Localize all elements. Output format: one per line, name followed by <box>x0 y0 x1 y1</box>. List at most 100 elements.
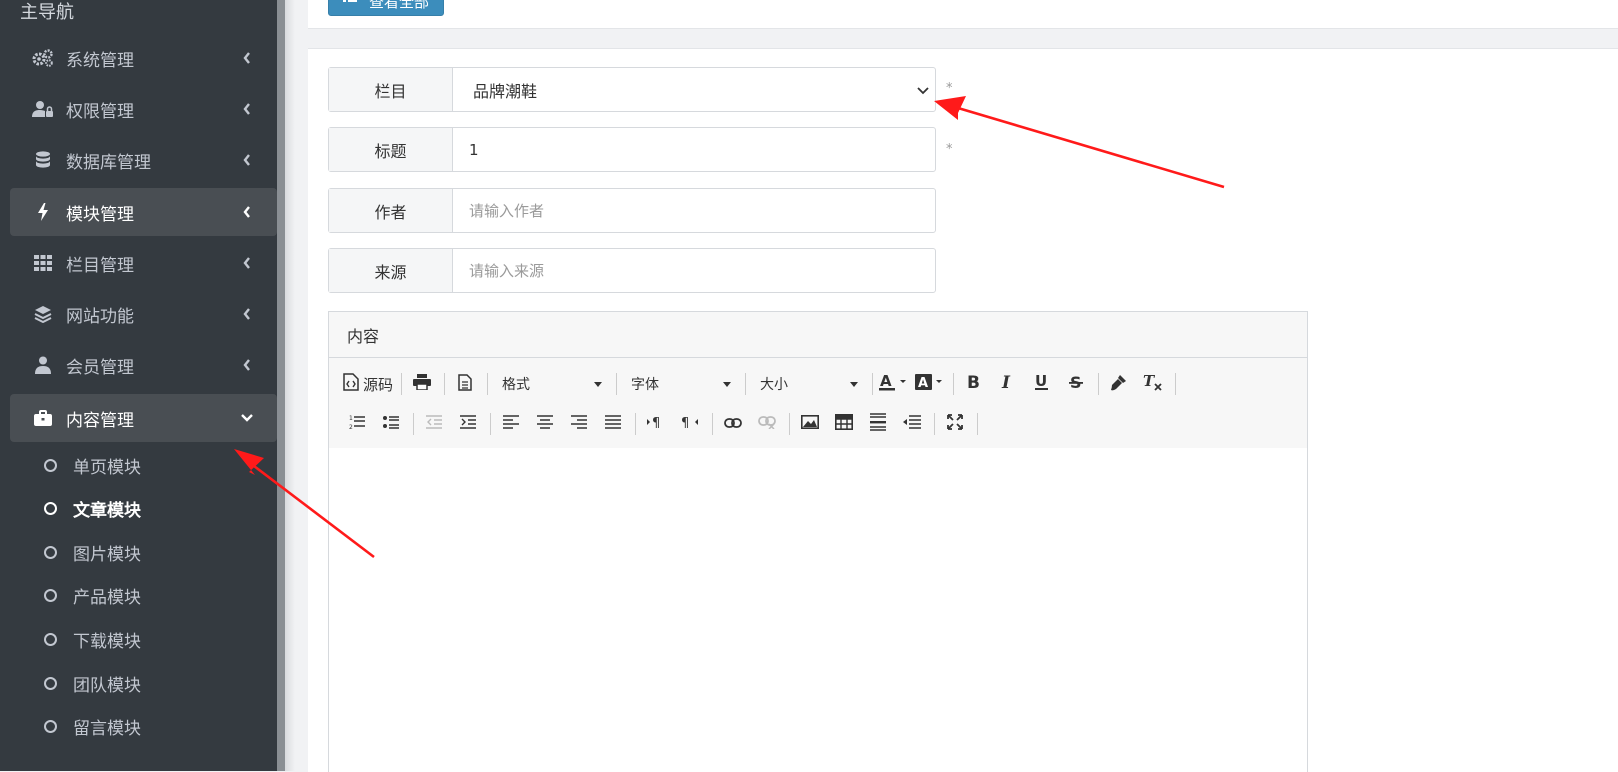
sidebar-item-content[interactable]: 内容管理 <box>10 394 277 442</box>
toolbar-separator <box>745 373 747 395</box>
sidebar-item-label: 栏目管理 <box>66 255 134 276</box>
source-button[interactable]: 源码 <box>343 370 393 398</box>
circle-icon <box>44 458 57 472</box>
chevron-left-icon <box>237 257 257 269</box>
view-all-button[interactable]: 查看全部 <box>328 0 444 16</box>
caret-down-icon <box>723 381 732 387</box>
clear-format-button[interactable]: T <box>1139 370 1167 398</box>
italic-icon: I <box>1001 373 1015 394</box>
database-icon <box>32 149 54 171</box>
chevron-left-icon <box>237 206 257 218</box>
sidebar-item-label: 数据库管理 <box>66 152 151 173</box>
sub-item-product[interactable]: 产品模块 <box>44 575 141 615</box>
source-label: 源码 <box>363 375 394 394</box>
bold-icon: B <box>967 373 981 394</box>
column-select[interactable]: 品牌潮鞋 <box>453 68 935 111</box>
sub-item-image[interactable]: 图片模块 <box>44 532 141 572</box>
horizontal-rule-button[interactable] <box>864 410 892 438</box>
list-icon <box>343 0 357 10</box>
sidebar: 主导航 系统管理 权限管理 数据库管理 模块管理 栏目管理 网站功能 会员管理 … <box>0 0 277 771</box>
required-mark: * <box>946 81 953 96</box>
sub-item-download[interactable]: 下载模块 <box>44 619 141 659</box>
sidebar-item-columns[interactable]: 栏目管理 <box>10 239 277 287</box>
source-input[interactable] <box>453 249 935 292</box>
unlink-button[interactable] <box>753 410 781 438</box>
column-select-value: 品牌潮鞋 <box>473 81 538 101</box>
new-document-button[interactable] <box>451 370 479 398</box>
sidebar-item-site-features[interactable]: 网站功能 <box>10 290 277 338</box>
author-row: 作者 <box>328 188 936 233</box>
svg-text:T: T <box>1143 373 1156 390</box>
author-input[interactable] <box>453 189 935 232</box>
image-button[interactable] <box>796 410 824 438</box>
table-icon <box>835 414 853 434</box>
background-color-button[interactable]: A <box>915 370 945 398</box>
author-label: 作者 <box>329 189 453 232</box>
sidebar-scrollbar[interactable] <box>277 0 285 771</box>
briefcase-icon <box>32 407 54 429</box>
unlink-icon <box>758 415 776 433</box>
circle-icon <box>44 545 57 559</box>
toolbar-separator <box>413 413 414 435</box>
sub-item-label: 团队模块 <box>73 675 141 696</box>
toolbar-separator <box>934 413 935 435</box>
content-editor: 内容 源码 格式 字体 大小 A A B I U T 1 2 ¶ ¶ <box>328 311 1308 772</box>
strikethrough-button[interactable]: S <box>1062 370 1090 398</box>
svg-text:A: A <box>880 373 892 390</box>
svg-text:U: U <box>1035 373 1047 390</box>
indent-button[interactable] <box>454 410 482 438</box>
sidebar-item-modules[interactable]: 模块管理 <box>10 188 277 236</box>
format-painter-button[interactable] <box>1105 370 1133 398</box>
bold-button[interactable]: B <box>960 370 988 398</box>
align-center-icon <box>537 415 553 433</box>
clear-format-icon: T <box>1143 372 1163 395</box>
chevron-left-icon <box>237 103 257 115</box>
align-center-button[interactable] <box>531 410 559 438</box>
title-input[interactable] <box>453 128 935 171</box>
unordered-list-button[interactable] <box>377 410 405 438</box>
rtl-button[interactable]: ¶ <box>676 410 704 438</box>
font-select[interactable]: 字体 <box>623 370 735 398</box>
content-shadow <box>285 0 295 771</box>
link-button[interactable] <box>719 410 747 438</box>
outdent-button[interactable] <box>420 410 448 438</box>
indent-icon <box>460 415 476 433</box>
size-select[interactable]: 大小 <box>752 370 862 398</box>
sidebar-item-database[interactable]: 数据库管理 <box>10 136 277 184</box>
layers-icon <box>32 303 54 325</box>
fullscreen-button[interactable] <box>941 410 969 438</box>
toolbar-separator <box>1175 373 1177 395</box>
sub-item-message[interactable]: 留言模块 <box>44 706 141 746</box>
sub-item-single-page[interactable]: 单页模块 <box>44 445 141 485</box>
editor-body[interactable] <box>329 448 1307 772</box>
outdent-icon <box>426 415 442 433</box>
ordered-list-button[interactable]: 12 <box>343 410 371 438</box>
toolbar-separator <box>444 373 446 395</box>
underline-button[interactable]: U <box>1028 370 1056 398</box>
table-button[interactable] <box>830 410 858 438</box>
sidebar-item-permissions[interactable]: 权限管理 <box>10 85 277 133</box>
svg-text:B: B <box>967 374 980 390</box>
align-left-icon <box>503 415 519 433</box>
circle-icon <box>44 719 57 733</box>
print-button[interactable] <box>408 370 436 398</box>
sidebar-item-members[interactable]: 会员管理 <box>10 341 277 389</box>
sidebar-item-system[interactable]: 系统管理 <box>10 34 277 82</box>
page-break-button[interactable] <box>898 410 926 438</box>
ordered-list-icon: 12 <box>349 414 365 434</box>
align-right-button[interactable] <box>565 410 593 438</box>
unordered-list-icon <box>383 415 399 433</box>
source-row: 来源 <box>328 248 936 293</box>
format-select[interactable]: 格式 <box>494 370 606 398</box>
italic-button[interactable]: I <box>994 370 1022 398</box>
svg-text:¶: ¶ <box>681 416 689 430</box>
svg-text:A: A <box>918 376 928 391</box>
align-left-button[interactable] <box>497 410 525 438</box>
text-color-button[interactable]: A <box>879 370 909 398</box>
justify-button[interactable] <box>599 410 627 438</box>
image-icon <box>801 415 819 433</box>
ltr-button[interactable]: ¶ <box>642 410 670 438</box>
sidebar-item-label: 内容管理 <box>66 410 134 431</box>
sub-item-article[interactable]: 文章模块 <box>44 488 141 528</box>
sub-item-team[interactable]: 团队模块 <box>44 663 141 703</box>
